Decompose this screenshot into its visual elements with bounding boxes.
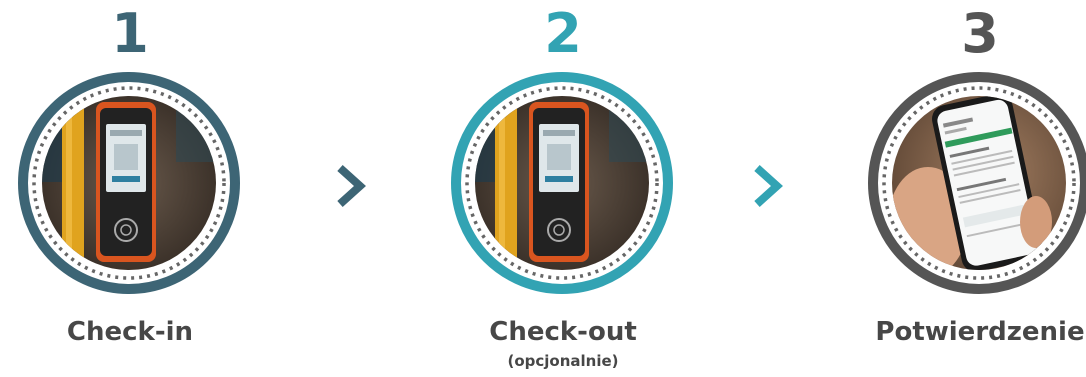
step-check-out: 2 Check-out (opcjonalnie) — [433, 0, 693, 377]
step-number: 3 — [961, 2, 999, 65]
step-label: Check-out — [489, 317, 637, 347]
step-illustration — [868, 72, 1086, 294]
step-label: Check-in — [66, 317, 194, 347]
step-illustration — [451, 72, 673, 294]
step-illustration — [18, 72, 240, 294]
step-number: 1 — [111, 2, 149, 65]
step-confirmation: 3 Potwierdzenie — [850, 0, 1086, 377]
smartphone-receipt-image — [868, 72, 1086, 294]
validator-terminal-image — [18, 72, 240, 294]
step-label: Potwierdzenie — [875, 317, 1085, 347]
chevron-right-icon — [330, 162, 370, 210]
step-number: 2 — [544, 2, 582, 65]
step-sublabel: (opcjonalnie) — [507, 352, 619, 370]
validator-terminal-image — [451, 72, 673, 294]
step-check-in: 1 Check-in — [0, 0, 260, 377]
chevron-right-icon — [747, 162, 787, 210]
